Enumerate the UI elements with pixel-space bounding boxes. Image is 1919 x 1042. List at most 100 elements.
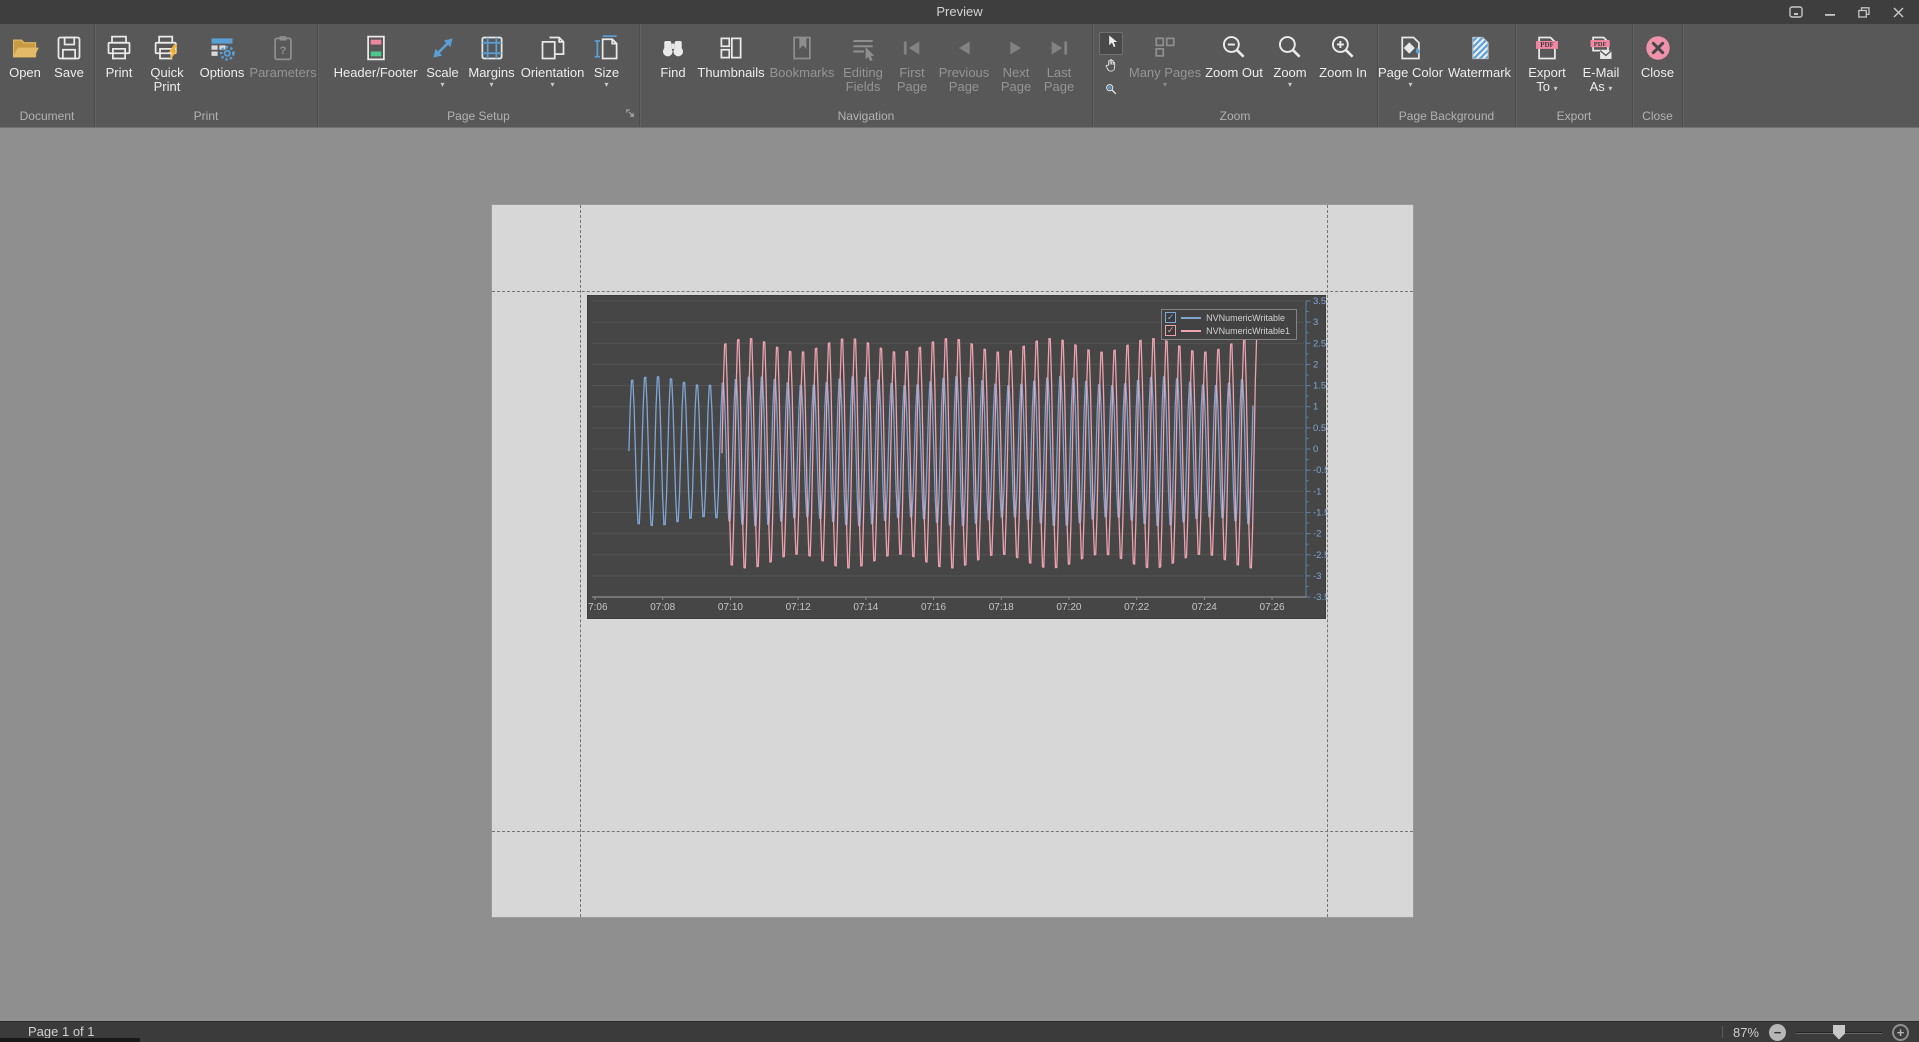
zoom-in-button[interactable]: Zoom In xyxy=(1315,29,1371,80)
group-caption-document: Document xyxy=(0,107,94,127)
find-button[interactable]: Find xyxy=(653,29,693,80)
orientation-button[interactable]: Orientation ▾ xyxy=(520,29,586,90)
scale-arrows-icon xyxy=(429,30,457,66)
page-setup-dialog-launcher[interactable] xyxy=(626,105,635,124)
close-icon xyxy=(1643,30,1673,66)
zoom-tool-column xyxy=(1099,29,1123,103)
minimize-icon[interactable] xyxy=(1815,3,1845,21)
zoom-out-statusbar-button[interactable]: − xyxy=(1769,1024,1786,1041)
ribbon-group-print: Print QuickPrint Options xyxy=(95,24,318,127)
size-icon xyxy=(593,30,621,66)
svg-text:-1.5: -1.5 xyxy=(1313,507,1327,518)
ribbon-group-page-setup: Header/Footer Scale ▾ Margins xyxy=(318,24,640,127)
margins-icon xyxy=(478,30,506,66)
next-page-button[interactable]: NextPage xyxy=(995,29,1037,94)
orientation-dropdown-arrow: ▾ xyxy=(550,80,554,90)
statusbar-separator xyxy=(1722,1026,1723,1038)
legend-checkbox-series2[interactable]: ✓ xyxy=(1165,325,1176,336)
options-button[interactable]: Options xyxy=(194,29,250,80)
first-page-button[interactable]: FirstPage xyxy=(891,29,933,94)
svg-text:07:08: 07:08 xyxy=(650,602,675,613)
group-caption-zoom: Zoom xyxy=(1093,107,1377,127)
zoom-window-tool-button[interactable] xyxy=(1099,80,1123,103)
restore-icon[interactable] xyxy=(1849,3,1879,21)
legend-line-sample-series2 xyxy=(1181,330,1201,332)
save-floppy-icon xyxy=(55,30,83,66)
watermark-button[interactable]: Watermark xyxy=(1445,29,1515,80)
zoom-out-button[interactable]: Zoom Out xyxy=(1203,29,1265,80)
save-button[interactable]: Save xyxy=(48,29,90,80)
email-as-button[interactable]: PDF E-MailAs ▾ xyxy=(1575,29,1627,96)
zoom-in-icon xyxy=(1329,30,1357,66)
svg-text:PDF: PDF xyxy=(1540,41,1554,49)
open-button[interactable]: Open xyxy=(4,29,46,80)
editing-fields-button[interactable]: EditingFields xyxy=(837,29,889,94)
previous-page-button[interactable]: PreviousPage xyxy=(935,29,993,94)
export-to-button[interactable]: PDF ExportTo ▾ xyxy=(1521,29,1573,96)
email-pdf-icon: PDF xyxy=(1587,30,1615,66)
margins-button[interactable]: Margins ▾ xyxy=(466,29,518,90)
many-pages-button[interactable]: Many Pages ▾ xyxy=(1129,29,1201,90)
svg-text:07:10: 07:10 xyxy=(718,602,743,613)
binoculars-icon xyxy=(659,30,687,66)
svg-text:1: 1 xyxy=(1313,402,1318,413)
export-pdf-icon: PDF xyxy=(1533,30,1561,66)
group-caption-page-setup: Page Setup xyxy=(318,107,639,127)
svg-text:07:18: 07:18 xyxy=(989,602,1014,613)
svg-text:2.5: 2.5 xyxy=(1313,338,1326,349)
quick-print-button[interactable]: QuickPrint xyxy=(142,29,192,94)
svg-text:-2.5: -2.5 xyxy=(1313,550,1327,561)
svg-text:07:16: 07:16 xyxy=(921,602,946,613)
pointer-tool-button[interactable] xyxy=(1099,32,1123,55)
ribbon-group-export: PDF ExportTo ▾ PDF E-MailAs ▾ Export xyxy=(1516,24,1633,127)
svg-text:-3.5: -3.5 xyxy=(1313,592,1327,603)
ribbon-group-zoom: Many Pages ▾ Zoom Out Zoom xyxy=(1093,24,1378,127)
legend-label-series2: NVNumericWritable1 xyxy=(1206,326,1290,336)
open-folder-icon xyxy=(11,30,39,66)
svg-text:2: 2 xyxy=(1313,359,1318,370)
parameters-button[interactable]: ? Parameters xyxy=(252,29,314,80)
svg-text:07:22: 07:22 xyxy=(1124,602,1149,613)
export-to-dropdown-arrow: ▾ xyxy=(1554,84,1558,93)
zoom-in-statusbar-button[interactable]: + xyxy=(1892,1024,1909,1041)
thumbnails-button[interactable]: Thumbnails xyxy=(695,29,767,80)
svg-text:PDF: PDF xyxy=(1594,41,1607,48)
zoom-out-icon xyxy=(1220,30,1248,66)
ribbon-group-page-background: Page Color ▾ Watermark Page Background xyxy=(1378,24,1516,127)
page-color-button[interactable]: Page Color ▾ xyxy=(1379,29,1443,90)
legend-row-series2: ✓ NVNumericWritable1 xyxy=(1165,325,1290,336)
hand-tool-button[interactable] xyxy=(1099,56,1123,79)
next-page-icon xyxy=(1003,30,1029,66)
svg-text:3: 3 xyxy=(1313,317,1318,328)
bookmarks-button[interactable]: Bookmarks xyxy=(769,29,835,80)
ribbon-group-navigation: Find Thumbnails Bookmarks xyxy=(640,24,1093,127)
close-preview-button[interactable]: Close xyxy=(1635,29,1681,80)
zoom-button[interactable]: Zoom ▾ xyxy=(1267,29,1313,90)
window-title: Preview xyxy=(0,0,1919,24)
margin-line-bottom xyxy=(492,831,1413,832)
zoom-icon xyxy=(1276,30,1304,66)
svg-text:07:06: 07:06 xyxy=(588,602,608,613)
svg-text:-1: -1 xyxy=(1313,486,1321,497)
svg-text:-2: -2 xyxy=(1313,529,1321,540)
group-caption-print: Print xyxy=(95,107,317,127)
zoom-slider-thumb[interactable] xyxy=(1833,1025,1845,1040)
margin-line-right xyxy=(1327,205,1328,917)
svg-text:07:12: 07:12 xyxy=(786,602,811,613)
last-page-button[interactable]: LastPage xyxy=(1039,29,1079,94)
magnifier-small-icon xyxy=(1104,82,1118,101)
watermark-icon xyxy=(1466,30,1494,66)
header-footer-button[interactable]: Header/Footer xyxy=(332,29,420,80)
fullscreen-icon[interactable] xyxy=(1781,3,1811,21)
many-pages-dropdown-arrow: ▾ xyxy=(1163,80,1167,90)
close-window-icon[interactable] xyxy=(1883,3,1913,21)
scale-button[interactable]: Scale ▾ xyxy=(422,29,464,90)
group-caption-export: Export xyxy=(1516,107,1632,127)
legend-label-series1: NVNumericWritable xyxy=(1206,313,1285,323)
zoom-slider[interactable] xyxy=(1796,1024,1882,1041)
size-button[interactable]: Size ▾ xyxy=(588,29,626,90)
ribbon-group-document: Open Save Document xyxy=(0,24,95,127)
print-button[interactable]: Print xyxy=(98,29,140,80)
legend-checkbox-series1[interactable]: ✓ xyxy=(1165,312,1176,323)
svg-text:07:24: 07:24 xyxy=(1192,602,1217,613)
